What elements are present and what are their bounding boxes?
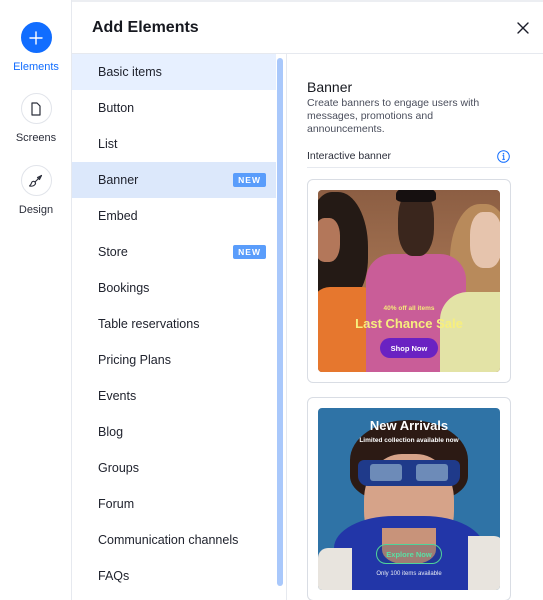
panel-header: Add Elements [72,2,543,54]
category-label: Store [98,245,128,259]
rail-label: Elements [13,61,59,73]
category-communication-channels[interactable]: Communication channels [72,522,276,558]
section-title: Banner [307,79,353,95]
category-blog[interactable]: Blog [72,414,276,450]
category-pricing-plans[interactable]: Pricing Plans [72,342,276,378]
category-label: Events [98,389,137,403]
rail-item-design[interactable]: Design [0,165,72,216]
banner-preview-sale: 40% off all items Last Chance Sale Shop … [318,190,500,372]
category-label: Table reservations [98,317,200,331]
category-label: Pricing Plans [98,353,171,367]
banner-headline: Last Chance Sale [355,316,463,331]
category-label: Embed [98,209,138,223]
banner-note: Only 100 items available [376,571,442,577]
rail-item-elements[interactable]: Elements [0,22,72,73]
left-rail: Elements Screens Design [0,0,72,600]
category-label: Banner [98,173,139,187]
rail-label: Screens [15,132,57,144]
category-groups[interactable]: Groups [72,450,276,486]
category-forum[interactable]: Forum [72,486,276,522]
banner-headline: New Arrivals [369,418,449,433]
category-table-reservations[interactable]: Table reservations [72,306,276,342]
subsection-divider [307,167,510,168]
banner-cta: Shop Now [380,338,438,358]
new-badge: NEW [233,173,266,187]
category-events[interactable]: Events [72,378,276,414]
category-store[interactable]: Store NEW [72,234,276,270]
category-label: Blog [98,425,124,439]
category-button[interactable]: Button [72,90,276,126]
category-embed[interactable]: Embed [72,198,276,234]
category-label: Button [98,101,135,115]
banner-panel: Banner Create banners to engage users wi… [288,54,543,600]
category-label: Groups [98,461,139,475]
category-label: Forum [98,497,135,511]
section-description: Create banners to engage users with mess… [307,97,480,135]
banner-subtitle: Limited collection available now [359,437,459,444]
category-scrollbar[interactable] [277,58,283,586]
category-label: Bookings [98,281,150,295]
close-button[interactable] [513,18,533,38]
category-list-item[interactable]: List [72,126,276,162]
banner-template-card[interactable]: 40% off all items Last Chance Sale Shop … [307,179,511,383]
info-icon[interactable] [497,150,510,163]
banner-template-card[interactable]: New Arrivals Limited collection availabl… [307,397,511,600]
banner-subtitle: 40% off all items [383,305,435,312]
banner-cta: Explore Now [376,544,442,564]
category-basic-items[interactable]: Basic items [72,54,276,90]
category-bookings[interactable]: Bookings [72,270,276,306]
category-label: List [98,137,118,151]
close-icon [517,22,529,34]
page-icon [20,93,52,124]
category-banner[interactable]: Banner NEW [72,162,276,198]
category-label: Basic items [98,65,162,79]
new-badge: NEW [233,245,266,259]
category-label: Communication channels [98,533,239,547]
category-list: Basic items Button List Banner NEW Embed … [72,54,287,600]
add-elements-app: Elements Screens Design Add Elements Bas… [0,0,543,600]
rail-item-screens[interactable]: Screens [0,93,72,144]
rail-label: Design [18,204,54,216]
subsection-label: Interactive banner [307,150,392,162]
category-faqs[interactable]: FAQs [72,558,276,594]
plus-icon [20,22,52,53]
page-title: Add Elements [92,19,199,36]
banner-preview-arrivals: New Arrivals Limited collection availabl… [318,408,500,590]
paintbrush-icon [20,165,52,196]
category-label: FAQs [98,569,130,583]
